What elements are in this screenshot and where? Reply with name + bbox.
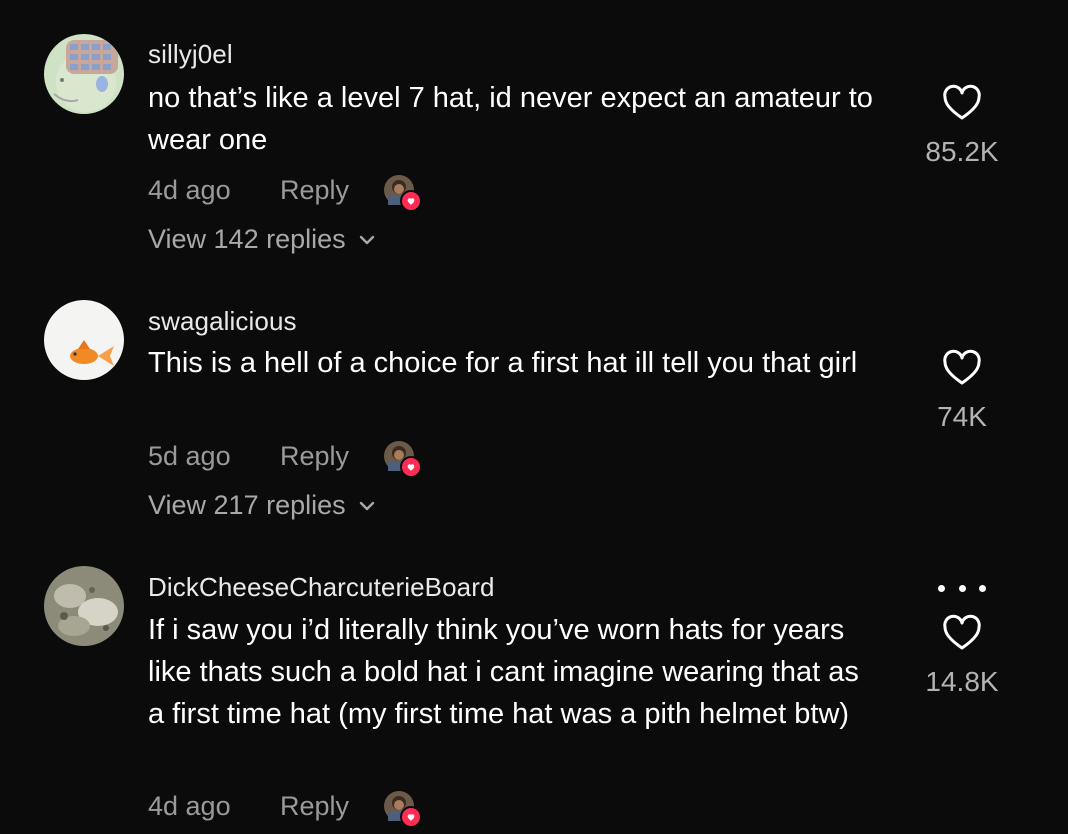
user-avatar[interactable] — [44, 34, 124, 114]
creator-liked-avatar — [384, 441, 422, 478]
photo-avatar-icon — [44, 566, 124, 646]
user-avatar[interactable] — [44, 566, 124, 646]
like-control: 85.2K — [902, 84, 1022, 168]
view-replies-button[interactable]: View 217 replies — [148, 490, 376, 521]
comment-text: This is a hell of a choice for a first h… — [148, 347, 858, 379]
comment-time: 4d ago — [148, 790, 231, 821]
reply-button[interactable]: Reply — [280, 791, 384, 822]
comment-meta: 4d ago Reply — [148, 172, 422, 212]
chevron-down-icon — [359, 235, 374, 244]
view-replies-button[interactable]: View 142 replies — [148, 224, 376, 255]
like-count: 14.8K — [925, 666, 999, 697]
view-replies-label: View 217 replies — [148, 490, 346, 520]
comment-meta: 4d ago Reply — [148, 788, 422, 828]
creator-like-heart-icon — [400, 806, 422, 828]
comment-username[interactable]: DickCheeseCharcuterieBoard — [148, 572, 495, 603]
heart-icon[interactable] — [941, 349, 983, 389]
comment-meta: 5d ago Reply — [148, 438, 422, 478]
like-count: 74K — [937, 401, 987, 432]
like-count: 85.2K — [925, 136, 999, 167]
more-options-icon[interactable] — [938, 585, 986, 595]
reply-button[interactable]: Reply — [280, 441, 384, 472]
user-avatar[interactable] — [44, 300, 124, 380]
comment-text: no that’s like a level 7 hat, id never e… — [148, 82, 873, 156]
heart-icon[interactable] — [941, 84, 983, 124]
view-replies-label: View 142 replies — [148, 224, 346, 254]
like-control: 14.8K — [902, 614, 1022, 698]
creator-liked-avatar — [384, 175, 422, 212]
reply-button[interactable]: Reply — [280, 175, 384, 206]
comment-time: 5d ago — [148, 440, 231, 471]
like-control: 74K — [902, 349, 1022, 433]
cartoon-face-avatar-icon — [44, 34, 124, 114]
heart-icon[interactable] — [941, 614, 983, 654]
chevron-down-icon — [359, 501, 374, 510]
creator-liked-avatar — [384, 791, 422, 828]
creator-like-heart-icon — [400, 190, 422, 212]
comment-username[interactable]: swagalicious — [148, 306, 297, 337]
comment-username[interactable]: sillyj0el — [148, 39, 233, 70]
comment-time: 4d ago — [148, 174, 231, 205]
creator-like-heart-icon — [400, 456, 422, 478]
goldfish-avatar-icon — [44, 300, 124, 380]
comment-text: If i saw you i’d literally think you’ve … — [148, 614, 859, 730]
